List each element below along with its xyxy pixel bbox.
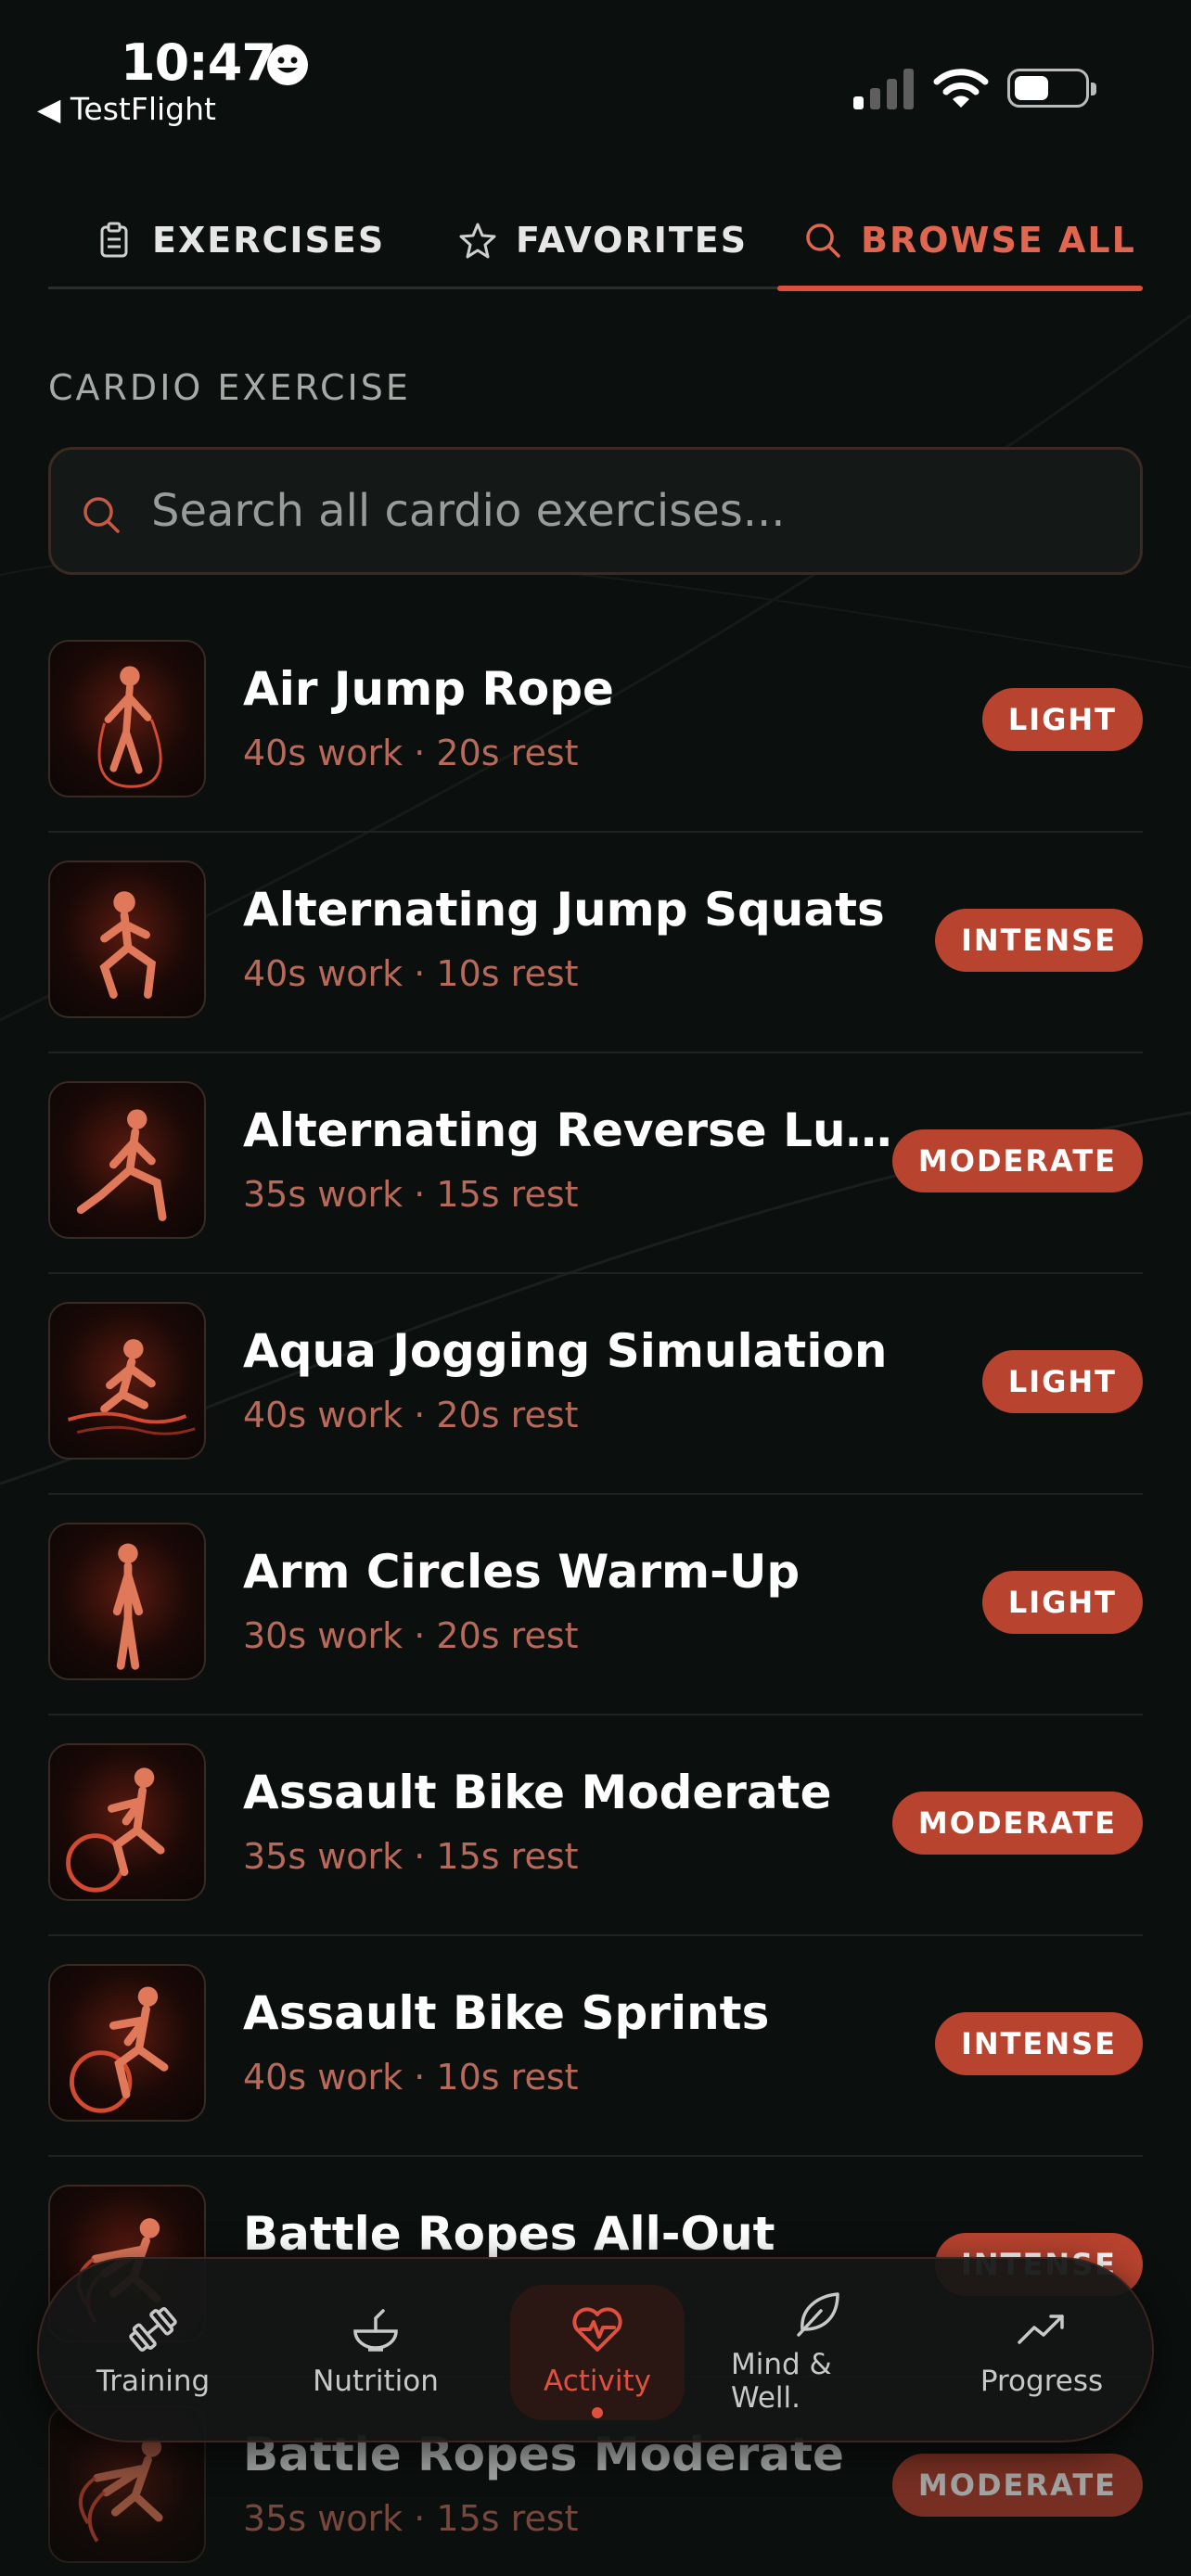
heart-pulse-icon (572, 2307, 622, 2352)
section-title: CARDIO EXERCISE (48, 367, 411, 408)
wifi-icon (933, 69, 989, 108)
nav-label: Nutrition (313, 2365, 439, 2398)
trending-up-icon (1018, 2315, 1064, 2344)
search-bar[interactable] (48, 447, 1143, 575)
exercise-row[interactable]: Air Jump Rope 40s work · 20s rest LIGHT (48, 612, 1143, 833)
exercise-name: Arm Circles Warm-Up (243, 1545, 800, 1599)
nav-mind-wellness[interactable]: Mind & Well. (731, 2259, 907, 2444)
tab-label: FAVORITES (516, 219, 749, 261)
exercise-timing: 35s work · 15s rest (243, 2498, 579, 2539)
search-icon (83, 497, 120, 533)
nav-label: Mind & Well. (731, 2348, 832, 2415)
exercise-row[interactable]: Alternating Jump Squats 40s work · 10s r… (48, 833, 1143, 1053)
exercise-timing: 35s work · 15s rest (243, 1174, 579, 1215)
segment-tabs: EXERCISES FAVORITES BROWSE ALL (48, 190, 1143, 291)
back-to-testflight[interactable]: ◀ TestFlight (37, 91, 216, 127)
tab-favorites[interactable]: FAVORITES (458, 190, 748, 289)
exercise-row[interactable]: Aqua Jogging Simulation 40s work · 20s r… (48, 1274, 1143, 1495)
intensity-badge: MODERATE (891, 2454, 1143, 2517)
status-time: 10:47 (121, 33, 276, 92)
exercise-timing: 30s work · 20s rest (243, 1615, 579, 1656)
exercise-row[interactable]: Arm Circles Warm-Up 30s work · 20s rest … (48, 1495, 1143, 1715)
exercise-thumbnail (48, 1743, 206, 1901)
nav-progress[interactable]: Progress (954, 2259, 1130, 2444)
search-input[interactable] (151, 450, 1116, 572)
cellular-signal-icon (853, 69, 914, 109)
intensity-badge: INTENSE (934, 909, 1143, 972)
status-bar: 10:47 ◀ TestFlight (0, 0, 1191, 139)
exercise-row[interactable]: Assault Bike Sprints 40s work · 10s rest… (48, 1936, 1143, 2157)
tab-label: EXERCISES (152, 219, 386, 261)
active-indicator-dot (592, 2407, 603, 2418)
exercise-thumbnail (48, 861, 206, 1018)
clipboard-icon (100, 222, 128, 257)
exercise-name: Alternating Jump Squats (243, 883, 885, 937)
exercise-name: Assault Bike Sprints (243, 1986, 770, 2040)
intensity-badge: INTENSE (934, 2012, 1143, 2075)
intensity-badge: LIGHT (981, 1571, 1143, 1634)
smiley-icon (267, 45, 308, 85)
intensity-badge: MODERATE (891, 1129, 1143, 1192)
nav-training[interactable]: Training (65, 2259, 241, 2444)
exercise-name: Assault Bike Moderate (243, 1766, 832, 1819)
intensity-badge: MODERATE (891, 1792, 1143, 1855)
search-icon (806, 223, 840, 258)
tab-label: BROWSE ALL (861, 219, 1136, 261)
nav-nutrition[interactable]: Nutrition (288, 2259, 464, 2444)
exercise-thumbnail (48, 1302, 206, 1460)
intensity-badge: LIGHT (981, 1350, 1143, 1413)
active-tab-indicator (777, 286, 1143, 291)
exercise-thumbnail (48, 640, 206, 797)
exercise-name: Battle Ropes All-Out (243, 2207, 775, 2261)
exercise-timing: 35s work · 15s rest (243, 1836, 579, 1877)
browse-all-screen: 10:47 ◀ TestFlight EXERCISES FAVORITES B… (0, 0, 1191, 2576)
tab-exercises[interactable]: EXERCISES (95, 190, 385, 289)
exercise-timing: 40s work · 20s rest (243, 1395, 579, 1435)
leaf-icon (797, 2292, 839, 2337)
tab-browse-all[interactable]: BROWSE ALL (803, 190, 1136, 289)
intensity-badge: LIGHT (981, 688, 1143, 751)
exercise-thumbnail (48, 1523, 206, 1680)
nav-label: Progress (980, 2365, 1104, 2398)
exercise-name: Alternating Reverse Lung... (243, 1103, 920, 1157)
exercise-name: Air Jump Rope (243, 662, 614, 716)
exercise-timing: 40s work · 10s rest (243, 2057, 579, 2098)
battery-icon (1007, 69, 1096, 108)
exercise-thumbnail (48, 1964, 206, 2122)
exercise-timing: 40s work · 20s rest (243, 733, 579, 773)
exercise-thumbnail (48, 1081, 206, 1239)
nav-label: Training (96, 2365, 211, 2398)
nav-label: Activity (544, 2365, 651, 2398)
star-icon (459, 223, 496, 258)
bottom-navigation: Training Nutrition Activity Mind & Well.… (37, 2257, 1154, 2442)
exercise-timing: 40s work · 10s rest (243, 953, 579, 994)
bowl-icon (353, 2309, 398, 2352)
dumbbell-icon (129, 2306, 177, 2353)
exercise-row[interactable]: Alternating Reverse Lung... 35s work · 1… (48, 1053, 1143, 1274)
exercise-row[interactable]: Assault Bike Moderate 35s work · 15s res… (48, 1715, 1143, 1936)
exercise-name: Aqua Jogging Simulation (243, 1324, 888, 1378)
